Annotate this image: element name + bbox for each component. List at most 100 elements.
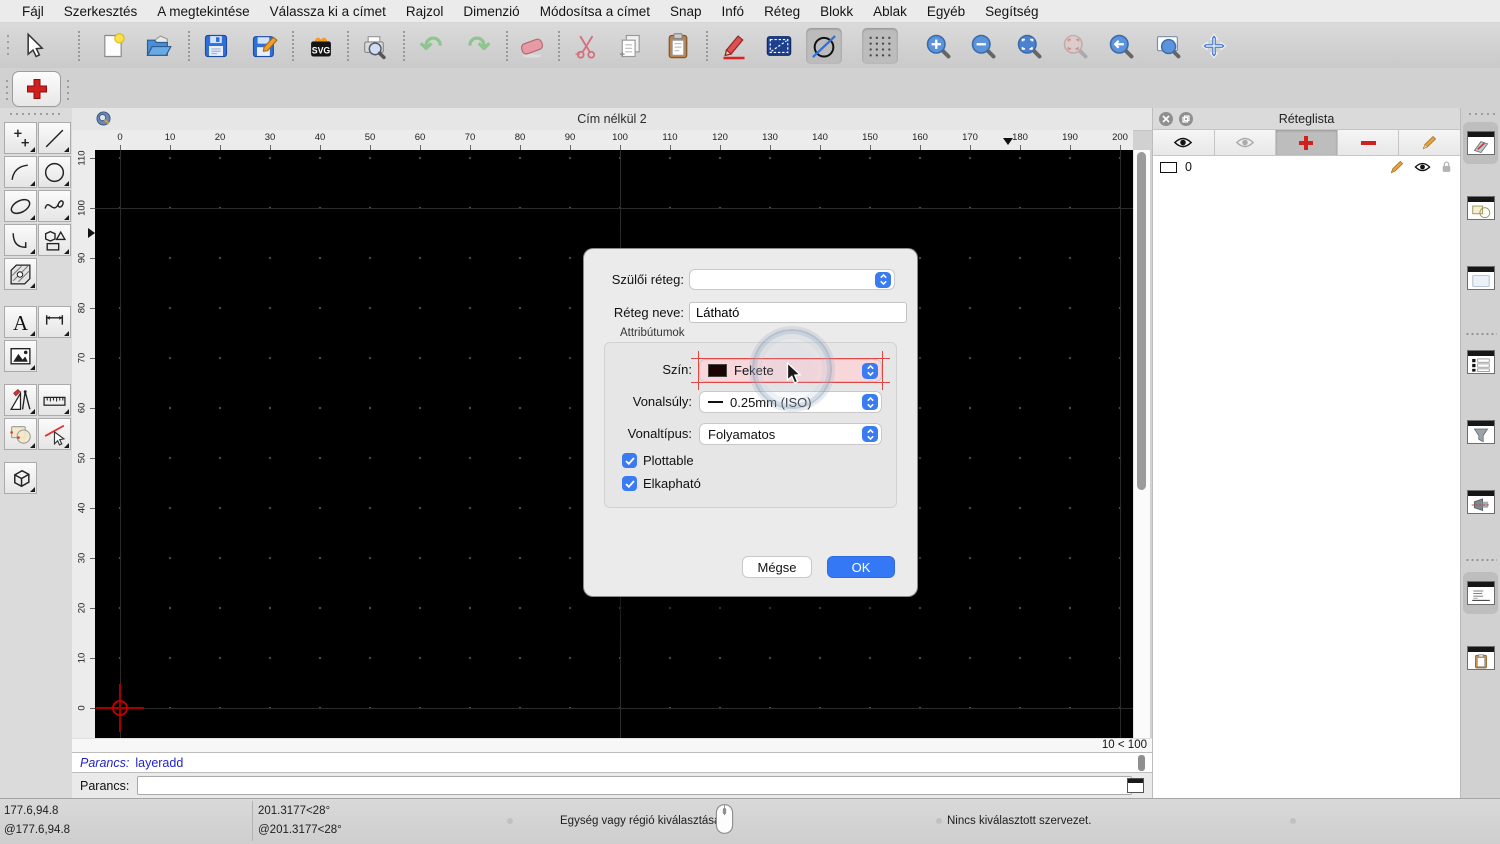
menu-item-réteg[interactable]: Réteg — [754, 4, 810, 19]
library-browser-dock-icon[interactable] — [1466, 264, 1496, 292]
selection-mode-icon[interactable] — [761, 28, 797, 64]
zoom-auto-icon[interactable] — [1011, 28, 1047, 64]
zoom-previous-icon[interactable] — [1103, 28, 1139, 64]
show-all-layers-icon[interactable] — [1153, 130, 1215, 156]
command-window-toggle-icon[interactable] — [1127, 778, 1144, 793]
dimension-tool-icon[interactable] — [38, 306, 71, 338]
hide-all-layers-icon[interactable] — [1214, 130, 1277, 156]
horizontal-ruler: 0 10 20 30 40 50 60 70 80 90 100 110 120 130 140 150 160… — [95, 130, 1133, 150]
menu-item-dimenzió[interactable]: Dimenzió — [453, 4, 529, 19]
drag-handle[interactable] — [66, 78, 70, 100]
entity-list-dock-icon[interactable] — [1466, 348, 1496, 376]
copy-icon[interactable] — [613, 28, 649, 64]
vruler-tick-label: 40 — [76, 502, 88, 514]
line-tool-icon[interactable] — [38, 122, 71, 154]
explode-tool-icon[interactable] — [4, 418, 37, 450]
draw-pencil-icon[interactable] — [716, 28, 752, 64]
vertical-scrollbar[interactable] — [1133, 150, 1150, 738]
new-file-icon[interactable] — [95, 28, 131, 64]
cad-tools-icon[interactable] — [4, 384, 37, 416]
menu-item-a-megtekintése[interactable]: A megtekintése — [147, 4, 259, 19]
remove-layer-icon[interactable] — [1337, 130, 1400, 156]
dropdown-stepper-icon[interactable] — [875, 271, 891, 288]
dock-drag-handle[interactable] — [1467, 112, 1495, 116]
spline-tool-icon[interactable] — [38, 190, 71, 222]
linetype-dropdown[interactable]: Folyamatos — [699, 423, 882, 445]
cursor-tool-icon[interactable] — [16, 28, 52, 64]
menu-item-módosítsa-a-címet[interactable]: Módosítsa a címet — [530, 4, 660, 19]
zoom-out-icon[interactable] — [965, 28, 1001, 64]
draft-mode-icon[interactable] — [806, 28, 842, 64]
dropdown-stepper-icon[interactable] — [862, 394, 878, 410]
svg-export-icon[interactable]: SVG — [303, 28, 339, 64]
paste-icon[interactable] — [660, 28, 696, 64]
menu-item-snap[interactable]: Snap — [660, 4, 712, 19]
points-tool-icon[interactable] — [4, 122, 37, 154]
print-preview-icon[interactable] — [356, 28, 392, 64]
solid-tool-icon[interactable] — [4, 462, 37, 494]
ellipse-tool-icon[interactable] — [4, 190, 37, 222]
menu-item-ablak[interactable]: Ablak — [863, 4, 917, 19]
command-input[interactable] — [137, 776, 1133, 795]
layer-settings-dialog: Szülői réteg: Réteg neve: Attribútumok S… — [583, 248, 918, 597]
menu-item-szerkesztés[interactable]: Szerkesztés — [54, 4, 148, 19]
polyline-tool-icon[interactable] — [4, 224, 37, 256]
block-list-dock-icon[interactable] — [1466, 194, 1496, 222]
menu-item-infó[interactable]: Infó — [712, 4, 755, 19]
layer-visible-icon[interactable] — [1414, 161, 1431, 173]
layer-name-input[interactable] — [689, 302, 907, 323]
layer-edit-icon[interactable] — [1389, 159, 1405, 175]
layer-lock-icon[interactable] — [1440, 160, 1453, 174]
pan-icon[interactable] — [1196, 28, 1232, 64]
palette-drag-handle[interactable] — [8, 112, 64, 116]
history-scrollbar-thumb[interactable] — [1138, 755, 1145, 771]
zoom-in-icon[interactable] — [920, 28, 956, 64]
dropdown-stepper-icon[interactable] — [862, 362, 878, 379]
plottable-checkbox[interactable] — [622, 453, 637, 468]
measure-tool-icon[interactable] — [38, 384, 71, 416]
menu-item-rajzol[interactable]: Rajzol — [396, 4, 454, 19]
layer-list-dock-icon[interactable] — [1463, 122, 1498, 164]
menu-item-válassza-ki-a-címet[interactable]: Válassza ki a címet — [260, 4, 396, 19]
clipboard-dock-icon[interactable] — [1466, 644, 1496, 672]
arc-tool-icon[interactable] — [4, 156, 37, 188]
layer-row[interactable]: 0 — [1153, 156, 1460, 178]
hatch-tool-icon[interactable] — [4, 258, 37, 290]
ok-button[interactable]: OK — [827, 556, 895, 578]
vertical-scrollbar-thumb[interactable] — [1137, 152, 1146, 490]
menu-item-egyéb[interactable]: Egyéb — [917, 4, 975, 19]
menu-item-segítség[interactable]: Segítség — [975, 4, 1048, 19]
add-layer-icon[interactable] — [1276, 130, 1338, 156]
grid-toggle-icon[interactable] — [862, 28, 898, 64]
hruler-tick-label: 120 — [712, 132, 728, 143]
menu-item-blokk[interactable]: Blokk — [810, 4, 863, 19]
relative-zero-dock-icon[interactable] — [1466, 488, 1496, 516]
redo-icon[interactable]: ↷ — [461, 28, 497, 64]
open-file-icon[interactable] — [140, 28, 176, 64]
cut-icon[interactable] — [568, 28, 604, 64]
undo-icon[interactable]: ↶ — [413, 28, 449, 64]
shapes-tool-icon[interactable] — [38, 224, 71, 256]
layer-panel-header[interactable]: Réteglista — [1153, 108, 1460, 130]
document-titlebar[interactable]: Cím nélkül 2 — [72, 108, 1152, 131]
edit-layer-icon[interactable] — [1399, 130, 1460, 156]
text-tool-icon[interactable]: A — [4, 306, 37, 338]
menu-item-fájl[interactable]: Fájl — [12, 4, 54, 19]
dropdown-stepper-icon[interactable] — [862, 426, 878, 442]
modify-tool-icon[interactable] — [38, 418, 71, 450]
current-tool-button[interactable] — [12, 71, 61, 107]
save-icon[interactable] — [198, 28, 234, 64]
horizontal-scrollbar[interactable]: 10 < 100 — [72, 738, 1152, 753]
drag-handle[interactable] — [5, 78, 9, 100]
command-line-dock-icon[interactable] — [1463, 572, 1498, 614]
snappable-checkbox[interactable] — [622, 476, 637, 491]
zoom-window-icon[interactable] — [1150, 28, 1186, 64]
circle-tool-icon[interactable] — [38, 156, 71, 188]
cancel-button[interactable]: Mégse — [742, 556, 812, 578]
selection-filter-dock-icon[interactable] — [1466, 418, 1496, 446]
save-as-icon[interactable] — [246, 28, 282, 64]
delete-icon[interactable] — [514, 28, 550, 64]
toolbar-drag-handle[interactable] — [6, 33, 10, 55]
image-tool-icon[interactable] — [4, 340, 37, 372]
parent-layer-dropdown[interactable] — [689, 269, 895, 290]
